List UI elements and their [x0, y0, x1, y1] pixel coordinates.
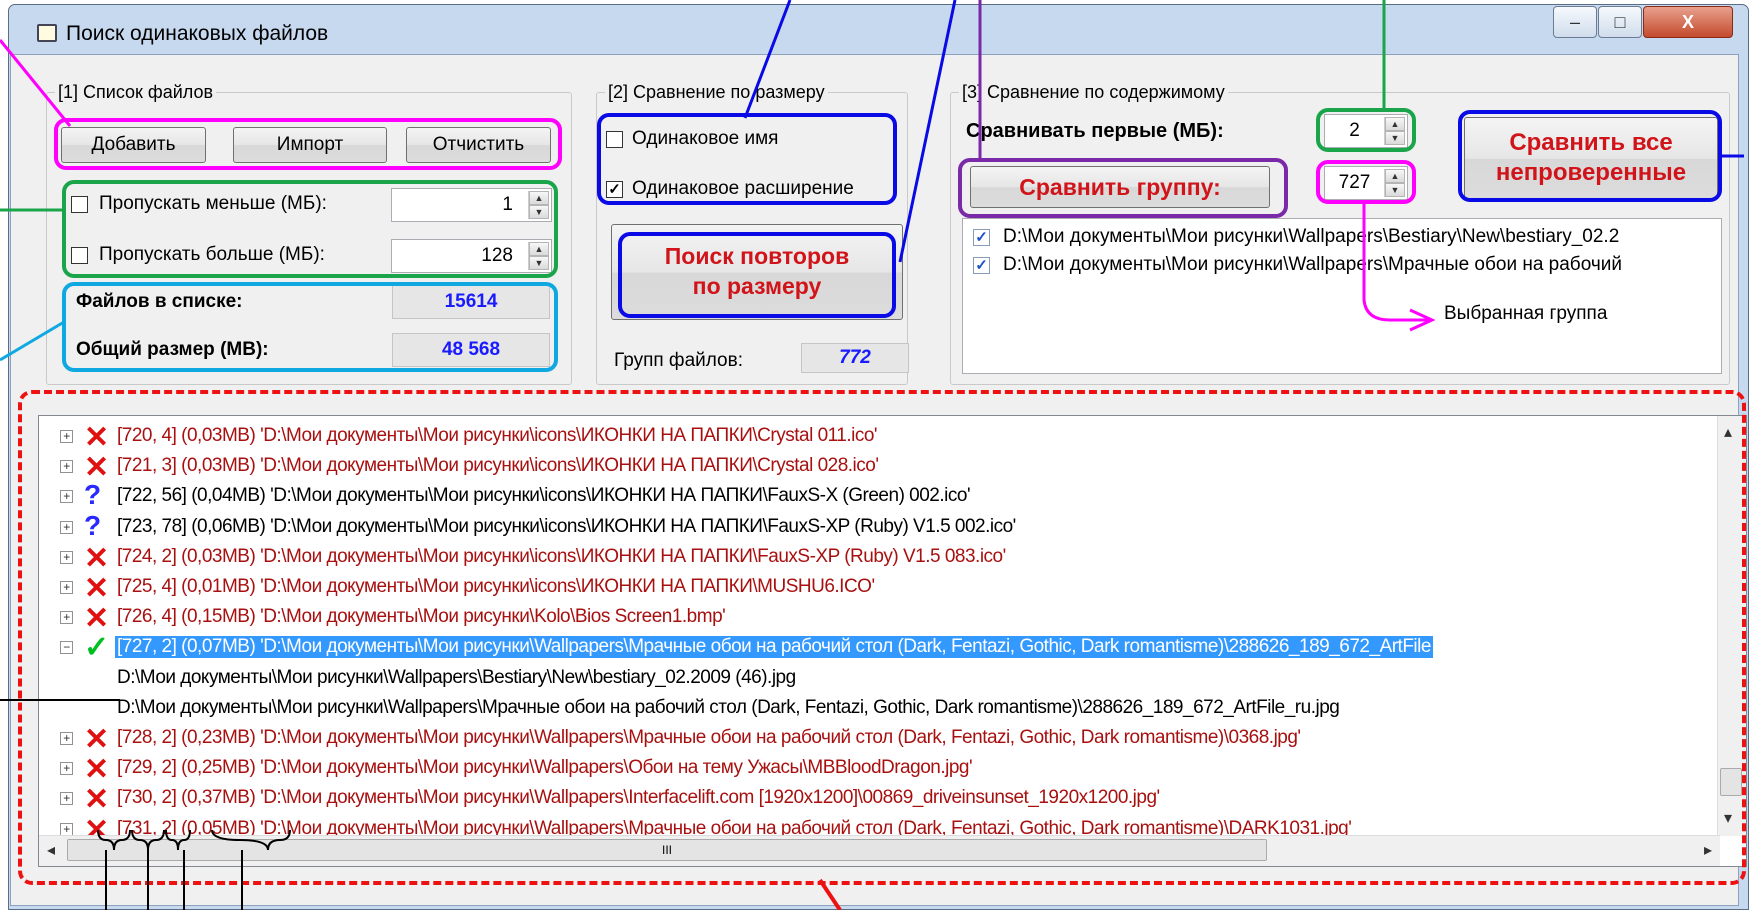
annotation-brackets [97, 829, 291, 910]
annotation-connector-lines [0, 0, 1744, 910]
annotation-lines [0, 0, 1744, 910]
annotation-selected-group-label: Выбранная группа [1444, 303, 1608, 324]
